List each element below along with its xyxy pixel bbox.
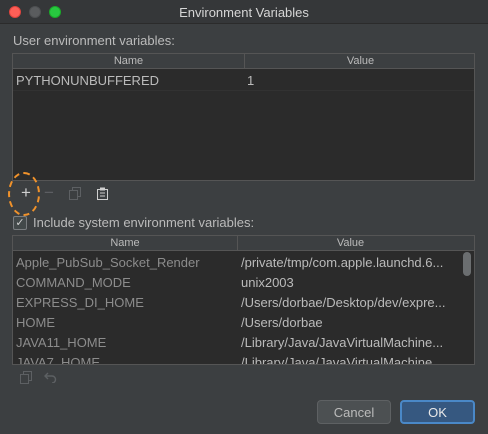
variable-name[interactable]: PYTHONUNBUFFERED [16, 73, 241, 88]
variable-value[interactable]: /Library/Java/JavaVirtualMachine... [241, 335, 463, 350]
user-col-value-header[interactable]: Value [245, 55, 474, 67]
user-table-header: Name Value [13, 54, 474, 69]
minus-icon: − [44, 183, 54, 202]
paste-variable-button[interactable] [92, 182, 112, 204]
title-bar: Environment Variables [0, 0, 488, 24]
variable-name[interactable]: JAVA11_HOME [16, 335, 234, 350]
revert-button[interactable] [40, 366, 60, 388]
cancel-button[interactable]: Cancel [317, 400, 391, 424]
variable-name[interactable]: COMMAND_MODE [16, 275, 234, 290]
system-variables-table[interactable]: Name Value Apple_PubSub_Socket_Render /p… [12, 235, 475, 365]
table-row[interactable]: PYTHONUNBUFFERED 1 [13, 70, 474, 90]
table-row[interactable]: Apple_PubSub_Socket_Render /private/tmp/… [13, 252, 465, 272]
system-col-name-header[interactable]: Name [13, 237, 237, 249]
system-variables-toolbar [12, 366, 475, 390]
clipboard-icon [96, 187, 108, 200]
user-variables-label: User environment variables: [13, 33, 175, 48]
user-variables-toolbar: + − [12, 182, 475, 206]
variable-name[interactable]: Apple_PubSub_Socket_Render [16, 255, 234, 270]
user-variables-table[interactable]: Name Value PYTHONUNBUFFERED 1 [12, 53, 475, 181]
variable-name[interactable]: HOME [16, 315, 234, 330]
table-row[interactable]: JAVA11_HOME /Library/Java/JavaVirtualMac… [13, 332, 465, 352]
copy-icon [69, 186, 81, 200]
variable-value[interactable]: /Users/dorbae [241, 315, 463, 330]
variable-name[interactable]: JAVA7_HOME [16, 355, 234, 364]
variable-value[interactable]: /Library/Java/JavaVirtualMachine... [241, 355, 463, 364]
highlight-annotation [8, 172, 40, 216]
copy-icon [20, 370, 32, 384]
include-system-checkbox[interactable]: ✓ [13, 216, 27, 230]
table-row[interactable]: JAVA7_HOME /Library/Java/JavaVirtualMach… [13, 352, 465, 364]
include-system-label[interactable]: Include system environment variables: [33, 215, 254, 230]
system-table-header: Name Value [13, 236, 474, 251]
row-separator [13, 90, 474, 91]
variable-value[interactable]: /Users/dorbae/Desktop/dev/expre... [241, 295, 463, 310]
table-row[interactable]: EXPRESS_DI_HOME /Users/dorbae/Desktop/de… [13, 292, 465, 312]
window-title: Environment Variables [179, 5, 309, 20]
variable-value[interactable]: /private/tmp/com.apple.launchd.6... [241, 255, 463, 270]
checkmark-icon: ✓ [15, 217, 25, 229]
undo-icon [43, 372, 56, 383]
variable-value[interactable]: unix2003 [241, 275, 463, 290]
copy-system-variable-button[interactable] [16, 366, 36, 388]
variable-name[interactable]: EXPRESS_DI_HOME [16, 295, 234, 310]
copy-variable-button[interactable] [65, 182, 85, 204]
remove-variable-button[interactable]: − [39, 182, 59, 204]
user-col-name-header[interactable]: Name [13, 55, 244, 67]
ok-button[interactable]: OK [400, 400, 475, 424]
table-row[interactable]: HOME /Users/dorbae [13, 312, 465, 332]
system-col-value-header[interactable]: Value [238, 237, 463, 249]
table-row[interactable]: COMMAND_MODE unix2003 [13, 272, 465, 292]
system-table-scrollbar[interactable] [463, 252, 471, 276]
variable-value[interactable]: 1 [247, 73, 472, 88]
